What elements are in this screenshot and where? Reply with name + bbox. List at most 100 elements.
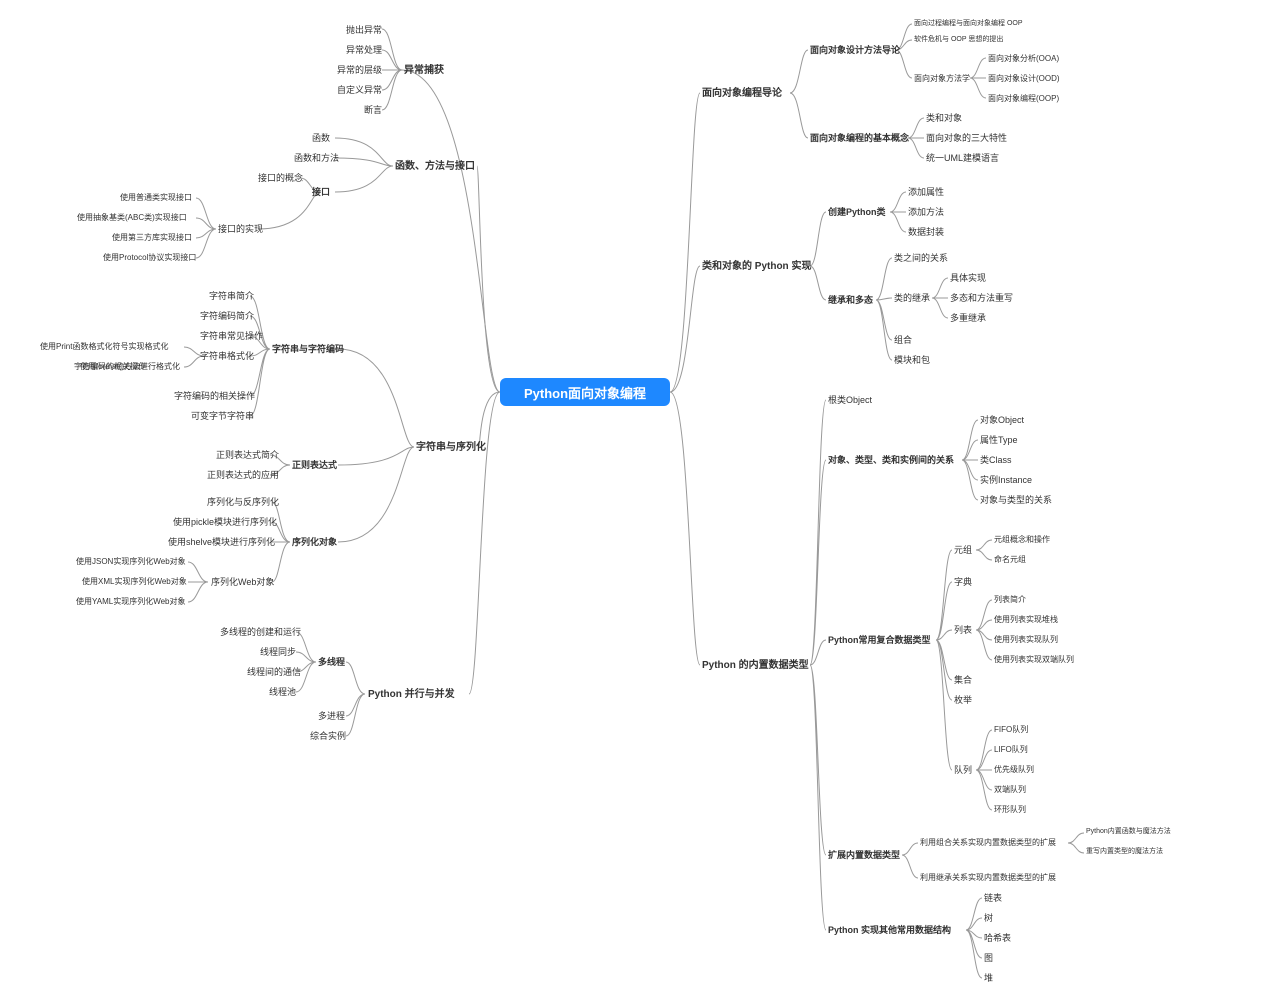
leaf: 具体实现 (950, 273, 986, 284)
leaf: 序列化Web对象 (211, 577, 274, 588)
leaf: 树 (984, 913, 993, 924)
leaf: LIFO队列 (994, 745, 1028, 755)
leaf: 字典 (954, 577, 972, 588)
leaf: 组合 (894, 335, 912, 346)
leaf: 优先级队列 (994, 765, 1034, 775)
leaf: 接口的概念 (258, 173, 303, 184)
leaf: 面向过程编程与面向对象编程 OOP (914, 20, 1023, 28)
leaf: 异常的层级 (337, 65, 382, 76)
l1-func: 函数、方法与接口 (395, 161, 475, 173)
leaf: 抛出异常 (346, 25, 382, 36)
leaf: 使用第三方库实现接口 (112, 233, 192, 243)
leaf: 数据封装 (908, 227, 944, 238)
r2: 创建Python类 (828, 207, 886, 218)
leaf: 字符编码的相关操作 (174, 391, 255, 402)
leaf: 使用XML实现序列化Web对象 (82, 577, 187, 587)
leaf: 使用列表实现双端队列 (994, 655, 1074, 665)
r1-class-obj: 类和对象的 Python 实现 (702, 261, 811, 273)
r2: 扩展内置数据类型 (828, 850, 900, 861)
leaf: 使用JSON实现序列化Web对象 (76, 557, 186, 567)
r2: 面向对象编程的基本概念 (810, 133, 909, 144)
leaf: 正则表达式的应用 (207, 470, 279, 481)
leaf: 实例Instance (980, 475, 1032, 486)
leaf: 多进程 (318, 711, 345, 722)
leaf: 面向对象的三大特性 (926, 133, 1007, 144)
l2-strenc: 字符串与字符编码 (272, 344, 344, 355)
leaf: 使用Protocol协议实现接口 (103, 253, 196, 263)
leaf: 综合实例 (310, 731, 346, 742)
leaf: 异常处理 (346, 45, 382, 56)
leaf: 堆 (984, 973, 993, 984)
leaf: 列表简介 (994, 595, 1026, 605)
leaf: 面向对象分析(OOA) (988, 54, 1059, 64)
r2: Python 实现其他常用数据结构 (828, 925, 951, 936)
leaf: FIFO队列 (994, 725, 1028, 735)
leaf: 软件危机与 OOP 思想的提出 (914, 36, 1003, 44)
leaf: 环形队列 (994, 805, 1026, 815)
leaf: 根类Object (828, 395, 872, 406)
leaf: 属性Type (980, 435, 1018, 446)
leaf: 重写内置类型的魔法方法 (1086, 848, 1163, 856)
leaf: 元组 (954, 545, 972, 556)
leaf: 使用YAML实现序列化Web对象 (76, 597, 186, 607)
leaf: 类之间的关系 (894, 253, 948, 264)
l2-interface: 接口 (312, 187, 330, 198)
leaf: 断言 (364, 105, 382, 116)
leaf: 链表 (984, 893, 1002, 904)
leaf: 多线程的创建和运行 (220, 627, 301, 638)
r2: 对象、类型、类和实例间的关系 (828, 455, 954, 466)
leaf: 线程同步 (260, 647, 296, 658)
leaf: 类和对象 (926, 113, 962, 124)
leaf: 使用shelve模块进行序列化 (168, 537, 275, 548)
leaf: 使用抽象基类(ABC类)实现接口 (77, 213, 187, 223)
leaf: 自定义异常 (337, 85, 382, 96)
leaf: 字符串简介 (209, 291, 254, 302)
leaf: 类的继承 (894, 293, 930, 304)
leaf: 对象Object (980, 415, 1024, 426)
leaf: 使用普通类实现接口 (120, 193, 192, 203)
l1-exception: 异常捕获 (404, 65, 444, 77)
r1-oop-intro: 面向对象编程导论 (702, 88, 782, 100)
l1-string: 字符串与序列化 (416, 442, 486, 454)
leaf: 双端队列 (994, 785, 1026, 795)
leaf: 面向对象编程(OOP) (988, 94, 1059, 104)
l1-concurrent: Python 并行与并发 (368, 689, 455, 701)
leaf: 线程池 (269, 687, 296, 698)
l2-regex: 正则表达式 (292, 460, 337, 471)
l2-serial: 序列化对象 (292, 537, 337, 548)
leaf: 字符串格式化 (200, 351, 254, 362)
leaf: 接口的实现 (218, 224, 263, 235)
leaf: 列表 (954, 625, 972, 636)
leaf: 利用组合关系实现内置数据类型的扩展 (920, 838, 1056, 848)
r2: 继承和多态 (828, 295, 873, 306)
leaf: 类Class (980, 455, 1012, 466)
leaf: 元组概念和操作 (994, 535, 1050, 545)
leaf: 使用Print函数格式化符号实现格式化 (40, 342, 168, 352)
leaf: 统一UML建模语言 (926, 153, 999, 164)
leaf: 线程间的通信 (247, 667, 301, 678)
leaf: 枚举 (954, 695, 972, 706)
leaf: 哈希表 (984, 933, 1011, 944)
leaf: 可变字节字符串 (191, 411, 254, 422)
leaf: 字符编码简介 (200, 311, 254, 322)
r1-builtin: Python 的内置数据类型 (702, 660, 809, 672)
root-node: Python面向对象编程 (500, 378, 670, 406)
leaf: 序列化与反序列化 (207, 497, 279, 508)
leaf: 函数 (312, 133, 330, 144)
leaf: 面向对象方法学 (914, 74, 970, 84)
leaf: 模块和包 (894, 355, 930, 366)
leaf: 正则表达式简介 (216, 450, 279, 461)
leaf: 使用列表实现堆栈 (994, 615, 1058, 625)
leaf: 多重继承 (950, 313, 986, 324)
leaf: 集合 (954, 675, 972, 686)
leaf: 面向对象设计(OOD) (988, 74, 1060, 84)
leaf: 函数和方法 (294, 153, 339, 164)
leaf: 队列 (954, 765, 972, 776)
r2: 面向对象设计方法导论 (810, 45, 900, 56)
leaf: 图 (984, 953, 993, 964)
leaf: 使用format()方法进行格式化 (80, 362, 180, 372)
leaf: 字符串常见操作 (200, 331, 263, 342)
leaf: 使用列表实现队列 (994, 635, 1058, 645)
leaf: 多态和方法重写 (950, 293, 1013, 304)
leaf: 使用pickle模块进行序列化 (173, 517, 277, 528)
